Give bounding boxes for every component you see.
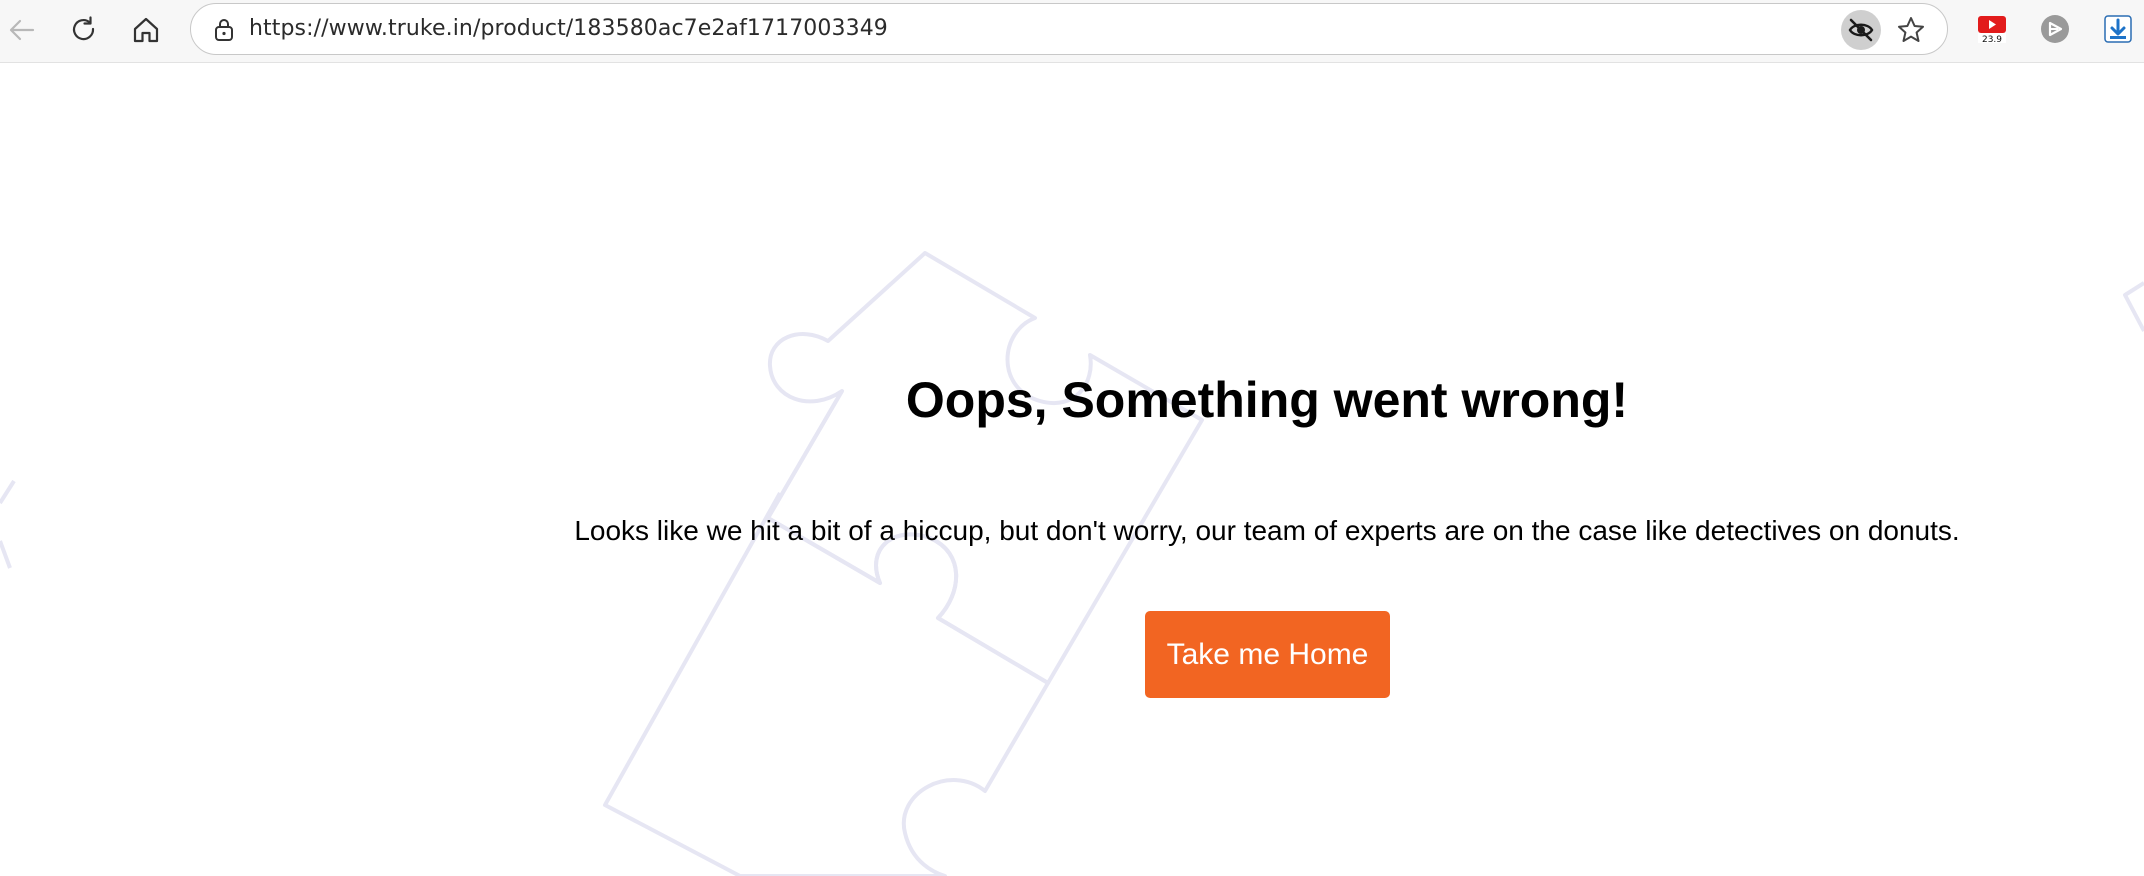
lock-icon[interactable] <box>213 18 235 42</box>
puzzle-background-art <box>0 251 2144 876</box>
reload-button[interactable] <box>62 8 106 52</box>
circle-extension-icon <box>2041 15 2069 43</box>
back-arrow-icon <box>9 19 35 41</box>
back-button[interactable] <box>0 8 44 52</box>
youtube-extension-button[interactable]: 23.9 <box>1975 12 2009 46</box>
eye-slash-icon <box>1848 18 1874 42</box>
address-bar[interactable]: https://www.truke.in/product/183580ac7e2… <box>190 3 1948 55</box>
home-icon <box>133 17 159 43</box>
circle-extension-button[interactable] <box>2038 12 2072 46</box>
browser-toolbar: https://www.truke.in/product/183580ac7e2… <box>0 0 2144 63</box>
error-title: Oops, Something went wrong! <box>905 372 1629 428</box>
home-button[interactable] <box>124 8 168 52</box>
error-page: Oops, Something went wrong! Looks like w… <box>0 63 2144 876</box>
youtube-extension-icon: 23.9 <box>1978 16 2006 45</box>
url-text[interactable]: https://www.truke.in/product/183580ac7e2… <box>249 16 888 41</box>
download-extension-icon <box>2104 15 2132 43</box>
error-description: Looks like we hit a bit of a hiccup, but… <box>574 515 1960 546</box>
tracking-prevention-button[interactable] <box>1841 10 1881 50</box>
favorite-button[interactable] <box>1891 10 1931 50</box>
take-me-home-button[interactable]: Take me Home <box>1145 611 1390 698</box>
star-icon <box>1898 17 1924 42</box>
download-extension-button[interactable] <box>2101 12 2135 46</box>
svg-text:23.9: 23.9 <box>1982 35 2002 45</box>
reload-icon <box>72 16 95 41</box>
